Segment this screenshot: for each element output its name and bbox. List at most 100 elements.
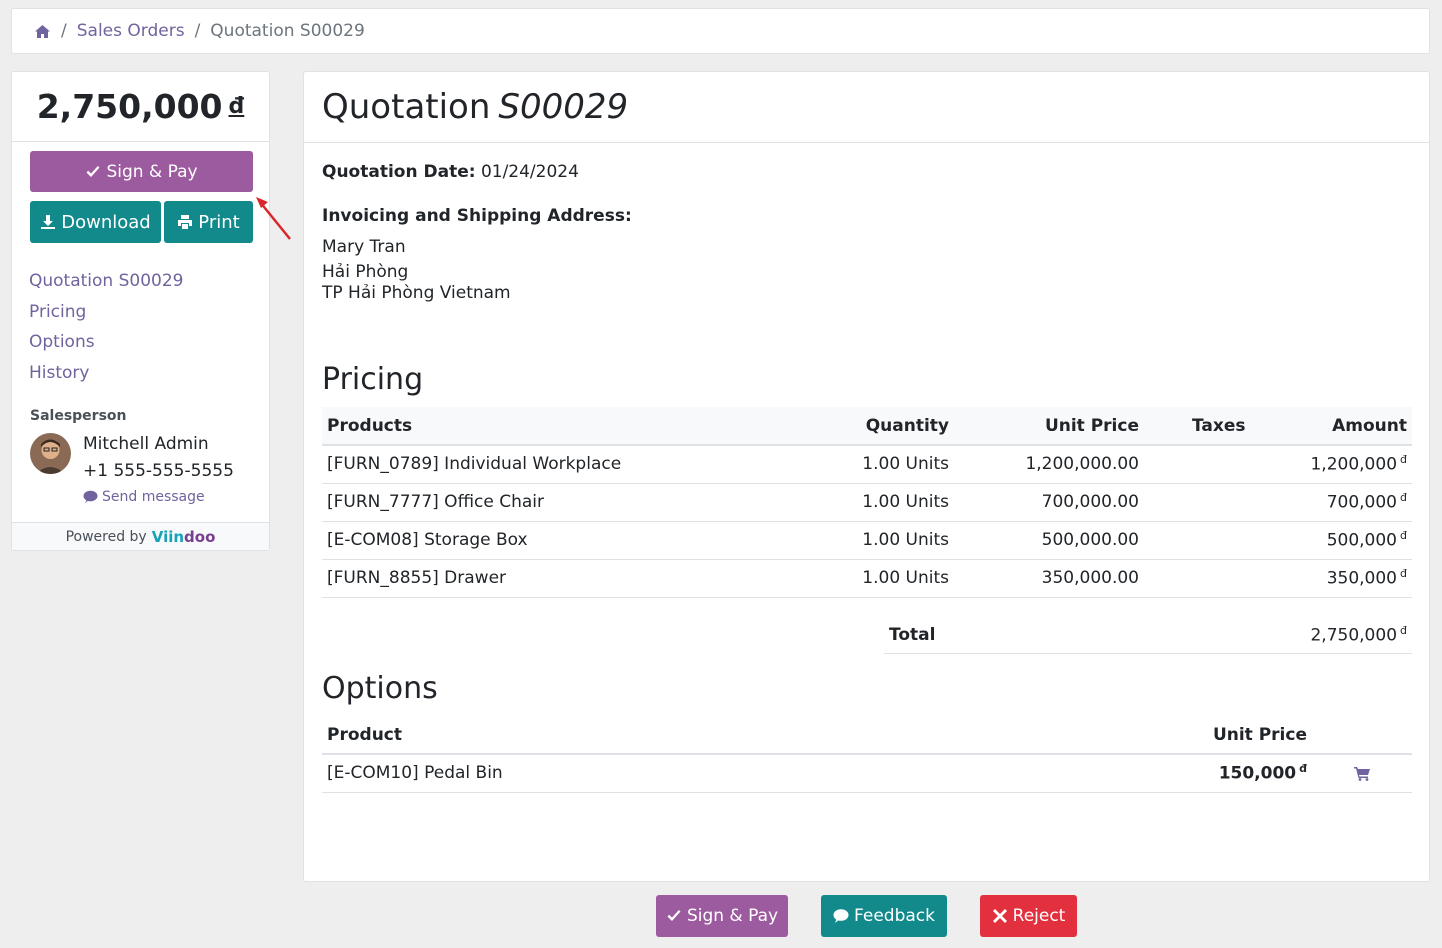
total-row: Total 2,750,000 đ — [884, 616, 1412, 654]
reject-button[interactable]: Reject — [980, 895, 1077, 937]
title-bar: Quotation S00029 — [304, 72, 1429, 143]
row-taxes — [1144, 445, 1251, 484]
table-row: [E-COM10] Pedal Bin 150,000 đ — [322, 754, 1412, 793]
row-amount: 350,000 đ — [1250, 559, 1412, 598]
quotation-date-label: Quotation Date: — [322, 162, 476, 182]
col-amount: Amount — [1332, 415, 1407, 436]
row-product: [FURN_8855] Drawer — [322, 559, 792, 598]
sidebar: 2,750,000 đ Sign & Pay Download Print Qu… — [11, 71, 270, 551]
avatar — [30, 433, 71, 474]
salesperson-label: Salesperson — [30, 408, 127, 424]
download-label: Download — [61, 211, 151, 233]
row-taxes — [1144, 559, 1251, 598]
breadcrumb-separator: / — [194, 21, 201, 41]
salesperson-phone: +1 555-555-5555 — [83, 461, 234, 481]
row-quantity: 1.00 Units — [792, 559, 954, 598]
row-product: [E-COM08] Storage Box — [322, 521, 792, 560]
quotation-date-value: 01/24/2024 — [480, 162, 579, 182]
option-action — [1312, 754, 1412, 793]
table-row: [E-COM08] Storage Box 1.00 Units 500,000… — [322, 521, 1412, 560]
total-amount-value: 2,750,000 — [36, 87, 223, 126]
options-header-row: Product Unit Price — [322, 716, 1412, 754]
table-row: [FURN_7777] Office Chair 1.00 Units 700,… — [322, 483, 1412, 522]
row-unit-price: 350,000.00 — [954, 559, 1144, 598]
reject-label: Reject — [1012, 906, 1066, 926]
powered-by-label: Powered by — [65, 528, 147, 545]
footer-sign-pay-button[interactable]: Sign & Pay — [656, 895, 788, 937]
address-region: TP Hải Phòng Vietnam — [322, 283, 511, 303]
options-table: Product Unit Price [E-COM10] Pedal Bin 1… — [322, 716, 1412, 793]
row-quantity: 1.00 Units — [792, 483, 954, 522]
send-message-label: Send message — [102, 489, 205, 505]
download-button[interactable]: Download — [30, 201, 161, 243]
row-amount: 700,000 đ — [1250, 483, 1412, 522]
total-value: 2,750,000 đ — [1310, 623, 1407, 646]
col-product: Product — [327, 724, 402, 745]
option-product: [E-COM10] Pedal Bin — [322, 754, 1202, 793]
download-icon — [41, 215, 56, 229]
row-quantity: 1.00 Units — [792, 445, 954, 484]
table-row: [FURN_0789] Individual Workplace 1.00 Un… — [322, 445, 1412, 484]
currency-symbol: đ — [228, 94, 245, 119]
feedback-label: Feedback — [854, 906, 935, 926]
row-amount: 500,000 đ — [1250, 521, 1412, 560]
pricing-table: Products Quantity Unit Price Taxes Amoun… — [322, 407, 1412, 598]
salesperson-name: Mitchell Admin — [83, 434, 209, 454]
nav-link-pricing[interactable]: Pricing — [29, 297, 183, 328]
col-unit-price: Unit Price — [1044, 415, 1139, 436]
sign-pay-button[interactable]: Sign & Pay — [30, 151, 253, 192]
breadcrumb: / Sales Orders / Quotation S00029 — [11, 8, 1430, 54]
pricing-header-row: Products Quantity Unit Price Taxes Amoun… — [322, 407, 1412, 445]
comment-icon — [833, 909, 849, 923]
nav-link-history[interactable]: History — [29, 358, 183, 389]
cart-icon[interactable] — [1317, 766, 1407, 781]
options-heading: Options — [322, 671, 438, 706]
brand-logo[interactable]: Viindoo — [152, 528, 216, 546]
powered-by: Powered by Viindoo — [12, 522, 269, 550]
nav-link-quotation[interactable]: Quotation S00029 — [29, 266, 183, 297]
col-action — [1312, 716, 1412, 754]
breadcrumb-current: Quotation S00029 — [210, 21, 365, 41]
row-unit-price: 700,000.00 — [954, 483, 1144, 522]
col-quantity: Quantity — [865, 415, 949, 436]
table-row: [FURN_8855] Drawer 1.00 Units 350,000.00… — [322, 559, 1412, 598]
print-label: Print — [198, 211, 240, 233]
row-unit-price: 1,200,000.00 — [954, 445, 1144, 484]
quotation-number: S00029 — [498, 87, 629, 127]
total-label: Total — [889, 624, 936, 645]
row-product: [FURN_7777] Office Chair — [322, 483, 792, 522]
sidebar-nav: Quotation S00029 Pricing Options History — [29, 266, 183, 388]
home-icon[interactable] — [34, 24, 51, 39]
send-message-link[interactable]: Send message — [83, 489, 205, 505]
breadcrumb-separator: / — [61, 21, 67, 41]
row-amount: 1,200,000 đ — [1250, 445, 1412, 484]
check-icon — [667, 910, 681, 921]
address-label: Invoicing and Shipping Address: — [322, 206, 632, 226]
row-quantity: 1.00 Units — [792, 521, 954, 560]
total-amount: 2,750,000 đ — [12, 72, 269, 142]
sign-pay-label: Sign & Pay — [106, 161, 198, 182]
col-option-unit-price: Unit Price — [1212, 724, 1307, 745]
print-button[interactable]: Print — [164, 201, 253, 243]
breadcrumb-sales-orders[interactable]: Sales Orders — [77, 21, 185, 41]
page-title: Quotation S00029 — [322, 87, 629, 127]
col-taxes: Taxes — [1192, 415, 1246, 436]
arrow-annotation-icon — [256, 197, 291, 240]
row-taxes — [1144, 521, 1251, 560]
col-products: Products — [327, 415, 413, 436]
address-city: Hải Phòng — [322, 262, 409, 282]
footer-sign-pay-label: Sign & Pay — [686, 906, 779, 926]
row-taxes — [1144, 483, 1251, 522]
row-product: [FURN_0789] Individual Workplace — [322, 445, 792, 484]
quotation-date: Quotation Date: 01/24/2024 — [322, 162, 579, 182]
row-unit-price: 500,000.00 — [954, 521, 1144, 560]
print-icon — [178, 215, 193, 229]
option-unit-price: 150,000 đ — [1202, 754, 1312, 793]
pricing-heading: Pricing — [322, 362, 424, 397]
address-name: Mary Tran — [322, 237, 406, 257]
comment-icon — [83, 490, 98, 503]
check-icon — [86, 165, 100, 177]
close-icon — [992, 909, 1007, 923]
feedback-button[interactable]: Feedback — [821, 895, 947, 937]
nav-link-options[interactable]: Options — [29, 327, 183, 358]
